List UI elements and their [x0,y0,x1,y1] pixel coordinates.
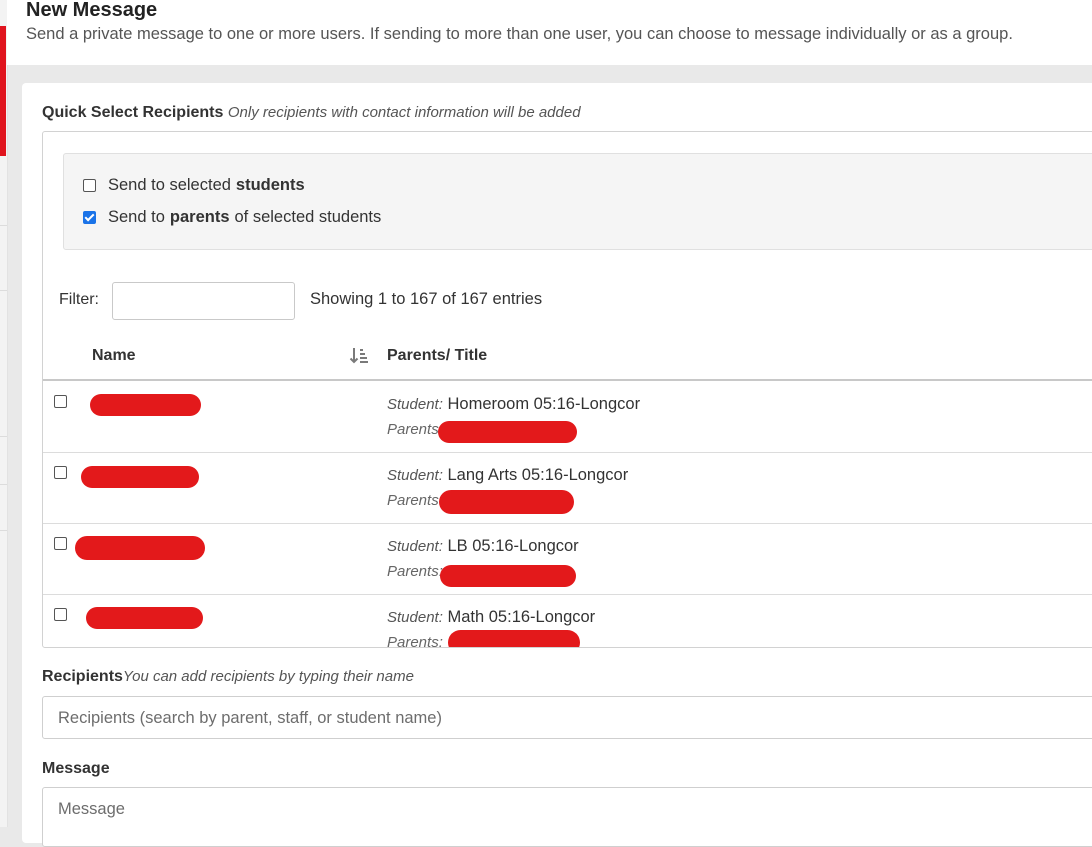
send-to-students-option[interactable]: Send to selected students [83,176,310,195]
student-label: Student: [387,467,443,484]
send-to-parents-checkbox[interactable] [83,211,96,224]
message-textarea[interactable]: Message [42,787,1092,847]
redacted-student-name [75,536,205,560]
student-label: Student: [387,396,443,413]
row-course: Student: Homeroom 05:16-Longcor [387,395,640,414]
parents-label: Parents: [387,563,443,580]
redacted-parent-name [448,630,580,647]
nav-divider [0,530,7,531]
filter-input[interactable] [112,282,295,320]
page-title: New Message [26,0,158,21]
table-row[interactable]: Student: Lang Arts 05:16-Longcor Parents [43,452,1092,524]
row-checkbox[interactable] [54,608,67,621]
send-to-parents-option[interactable]: Send to parents of selected students [83,208,381,227]
quick-select-panel: Send to selected students Send to parent… [63,153,1092,250]
column-header-parents-title[interactable]: Parents/ Title [387,347,487,365]
recipients-placeholder: Recipients (search by parent, staff, or … [58,709,442,727]
recipients-title: Recipients [42,668,123,685]
nav-divider [0,484,7,485]
row-checkbox[interactable] [54,537,67,550]
redacted-student-name [86,607,203,629]
row-course: Student: Math 05:16-Longcor [387,608,595,627]
option-bold-text: parents [169,208,230,226]
entries-count: Showing 1 to 167 of 167 entries [310,290,543,308]
option-bold-text: students [235,176,305,194]
redacted-parent-name [440,565,576,587]
message-placeholder: Message [58,800,125,818]
redacted-parent-name [439,490,574,514]
quick-select-title: Quick Select Recipients [42,104,224,121]
recipients-input[interactable]: Recipients (search by parent, staff, or … [42,696,1092,739]
course-name: Math 05:16-Longcor [447,608,596,626]
row-checkbox[interactable] [54,466,67,479]
course-name: LB 05:16-Longcor [447,537,579,555]
message-label: Message [42,760,110,777]
parents-label: Parents [387,492,439,509]
redacted-student-name [90,394,201,416]
recipients-hint: You can add recipients by typing their n… [122,668,414,685]
student-label: Student: [387,609,443,626]
nav-divider [0,290,7,291]
redacted-parent-name [438,421,577,443]
option-text: Send to selected [108,176,231,194]
student-label: Student: [387,538,443,555]
row-course: Student: Lang Arts 05:16-Longcor [387,466,628,485]
option-text: of selected students [234,208,382,226]
page-header: New Message Send a private message to on… [7,0,1092,65]
redacted-student-name [81,466,199,488]
recipients-section-label: RecipientsYou can add recipients by typi… [42,668,414,686]
course-name: Homeroom 05:16-Longcor [447,395,641,413]
parents-label: Parents [387,421,439,438]
table-row[interactable]: Student: Math 05:16-Longcor Parents: [43,594,1092,648]
option-text: Send to [108,208,165,226]
course-name: Lang Arts 05:16-Longcor [447,466,629,484]
row-course: Student: LB 05:16-Longcor [387,537,579,556]
left-nav-strip [0,0,8,827]
parents-label: Parents: [387,634,443,648]
column-header-name[interactable]: Name [92,347,136,365]
nav-divider [0,436,7,437]
nav-divider [0,225,7,226]
recipient-selector: Send to selected students Send to parent… [42,131,1092,648]
send-to-students-checkbox[interactable] [83,179,96,192]
quick-select-hint: Only recipients with contact information… [227,104,581,121]
filter-label: Filter: [59,291,99,308]
row-checkbox[interactable] [54,395,67,408]
table-row[interactable]: Student: Homeroom 05:16-Longcor Parents [43,381,1092,453]
page-subtitle: Send a private message to one or more us… [26,25,1013,43]
table-row[interactable]: Student: LB 05:16-Longcor Parents: [43,523,1092,595]
quick-select-label: Quick Select Recipients Only recipients … [42,104,581,122]
sort-descending-icon[interactable] [349,346,369,366]
active-nav-indicator [0,26,6,156]
